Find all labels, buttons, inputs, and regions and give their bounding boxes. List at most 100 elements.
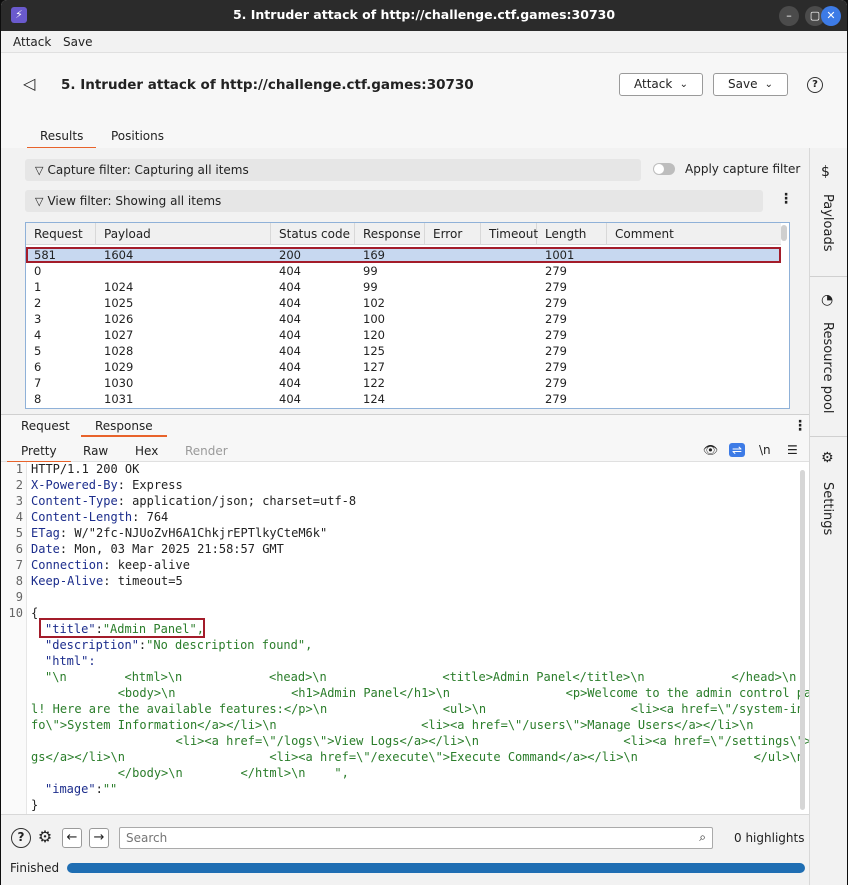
tab-results[interactable]: Results — [27, 129, 97, 149]
table-row[interactable]: 3 1026 404 100 279 — [26, 311, 781, 327]
table-cell: 99 — [363, 264, 378, 278]
menu-save[interactable]: Save — [63, 35, 92, 49]
attack-menu-button[interactable]: Attack ⌄ — [619, 73, 703, 96]
tab-positions[interactable]: Positions — [111, 129, 164, 143]
results-pane: ▽ Capture filter: Capturing all items App… — [1, 148, 809, 414]
table-cell: 279 — [545, 264, 567, 278]
chevron-down-icon: ⌄ — [764, 79, 773, 90]
table-cell: 404 — [279, 296, 301, 310]
json-html-line: fo\">System Information</a></li>\n <li><… — [31, 718, 754, 732]
json-html-line: l! Here are the available features:</p>\… — [31, 702, 805, 716]
table-cell: 279 — [545, 392, 567, 406]
table-cell: 102 — [363, 296, 385, 310]
col-response[interactable]: Response ... — [355, 223, 425, 263]
tab-request[interactable]: Request — [21, 419, 70, 433]
response-editor[interactable]: 1 2 3 4 5 6 7 8 9 10 HTTP/1.1 200 OK X-P… — [1, 462, 847, 814]
line-number: 9 — [15, 590, 23, 604]
header-line: Content-Length: 764 — [31, 510, 168, 524]
save-menu-button[interactable]: Save ⌄ — [713, 73, 788, 96]
json-html-line: gs</a></li>\n <li><a href=\"/execute\">E… — [31, 750, 805, 764]
json-key: "image" — [45, 782, 96, 796]
forward-arrow-button[interactable]: → — [89, 828, 109, 848]
gear-icon: ⚙ — [821, 450, 834, 466]
line-number: 10 — [8, 606, 23, 620]
gear-icon[interactable]: ⚙ — [35, 828, 55, 848]
more-options-icon[interactable]: ⋮ — [793, 418, 807, 434]
table-cell: 404 — [279, 312, 301, 326]
col-length[interactable]: Length — [537, 223, 607, 245]
line-number-gutter: 1 2 3 4 5 6 7 8 9 10 — [1, 462, 27, 814]
more-options-icon[interactable]: ⋮ — [779, 191, 793, 207]
admin-panel-highlight-box — [39, 618, 205, 638]
capture-filter-text: Capture filter: Capturing all items — [47, 163, 249, 177]
title-bar: ⚡ 5. Intruder attack of http://challenge… — [1, 0, 847, 31]
save-button-label: Save — [728, 77, 758, 91]
apply-capture-filter-toggle[interactable] — [653, 163, 675, 175]
col-payload[interactable]: Payload — [96, 223, 271, 245]
sidebar-tab-payloads[interactable]: $ Payloads — [810, 148, 847, 276]
menu-icon[interactable]: ☰ — [787, 443, 798, 457]
highlights-count: 0 highlights — [734, 831, 805, 845]
table-row[interactable]: 7 1030 404 122 279 — [26, 375, 781, 391]
search-input[interactable] — [126, 830, 686, 846]
header-value: : application/json; charset=utf-8 — [117, 494, 357, 508]
table-cell: 1031 — [104, 392, 134, 406]
col-error[interactable]: Error — [425, 223, 481, 245]
col-timeout[interactable]: Timeout — [481, 223, 538, 245]
tab-render[interactable]: Render — [185, 444, 228, 458]
help-icon[interactable]: ? — [11, 828, 31, 848]
tab-raw[interactable]: Raw — [83, 444, 108, 458]
table-scrollbar[interactable] — [781, 225, 787, 241]
attack-status: Finished — [10, 861, 60, 875]
json-value: "" — [102, 782, 118, 796]
line-number: 1 — [15, 462, 23, 476]
table-cell: 200 — [279, 248, 301, 262]
table-row[interactable]: 5 1028 404 125 279 — [26, 343, 781, 359]
table-cell: 1604 — [104, 248, 134, 262]
table-row[interactable]: 8 1031 404 124 279 — [26, 391, 781, 407]
sidebar-payloads-label: Payloads — [820, 194, 835, 252]
table-row[interactable]: 2 1025 404 102 279 — [26, 295, 781, 311]
table-cell: 169 — [363, 248, 385, 262]
attack-progress-bar — [67, 863, 805, 873]
view-filter-bar[interactable]: ▽ View filter: Showing all items — [25, 190, 763, 212]
close-button[interactable]: ✕ — [821, 6, 841, 26]
table-cell: 404 — [279, 328, 301, 342]
col-request[interactable]: Request — [26, 223, 96, 245]
sidebar-tab-settings[interactable]: ⚙ Settings — [810, 436, 847, 546]
col-comment[interactable]: Comment — [607, 223, 781, 245]
editor-scrollbar[interactable] — [800, 470, 805, 810]
table-row[interactable]: 1 1024 404 99 279 — [26, 279, 781, 295]
table-row[interactable]: 6 1029 404 127 279 — [26, 359, 781, 375]
intruder-icon: ◁ — [23, 74, 36, 93]
header-value: : Express — [117, 478, 183, 492]
table-row[interactable]: 0 404 99 279 — [26, 263, 781, 279]
wrap-lines-icon[interactable]: ⇌ — [729, 443, 746, 457]
help-icon[interactable]: ? — [807, 77, 823, 93]
table-cell: 279 — [545, 328, 567, 342]
json-html-line: <li><a href=\"/logs\">View Logs</a></li>… — [31, 734, 847, 748]
search-field[interactable]: ⌕ — [119, 827, 713, 849]
line-number: 7 — [15, 558, 23, 572]
tab-response[interactable]: Response — [81, 419, 167, 437]
table-row[interactable]: 4 1027 404 120 279 — [26, 327, 781, 343]
header-value: : timeout=5 — [103, 574, 183, 588]
minimize-button[interactable]: – — [779, 6, 799, 26]
table-cell: 1 — [34, 280, 42, 294]
newline-toggle[interactable]: \n — [759, 443, 771, 457]
tab-pretty[interactable]: Pretty — [7, 444, 71, 463]
sidebar-tab-resource-pool[interactable]: ◔ Resource pool — [810, 276, 847, 436]
window-title: 5. Intruder attack of http://challenge.c… — [232, 7, 616, 22]
header-value: : 764 — [132, 510, 169, 524]
menu-attack[interactable]: Attack — [13, 35, 51, 49]
table-row[interactable]: 581 1604 200 169 1001 — [26, 247, 781, 263]
table-cell: 404 — [279, 392, 301, 406]
tab-hex[interactable]: Hex — [135, 444, 158, 458]
header-key: Connection — [31, 558, 104, 572]
col-status-code[interactable]: Status code ^ — [271, 223, 355, 263]
capture-filter-bar[interactable]: ▽ Capture filter: Capturing all items — [25, 159, 641, 181]
attack-header: ◁ 5. Intruder attack of http://challenge… — [1, 54, 847, 118]
back-arrow-button[interactable]: ← — [62, 828, 82, 848]
hide-eye-icon[interactable]: 👁 — [703, 443, 718, 457]
header-line: X-Powered-By: Express — [31, 478, 183, 492]
